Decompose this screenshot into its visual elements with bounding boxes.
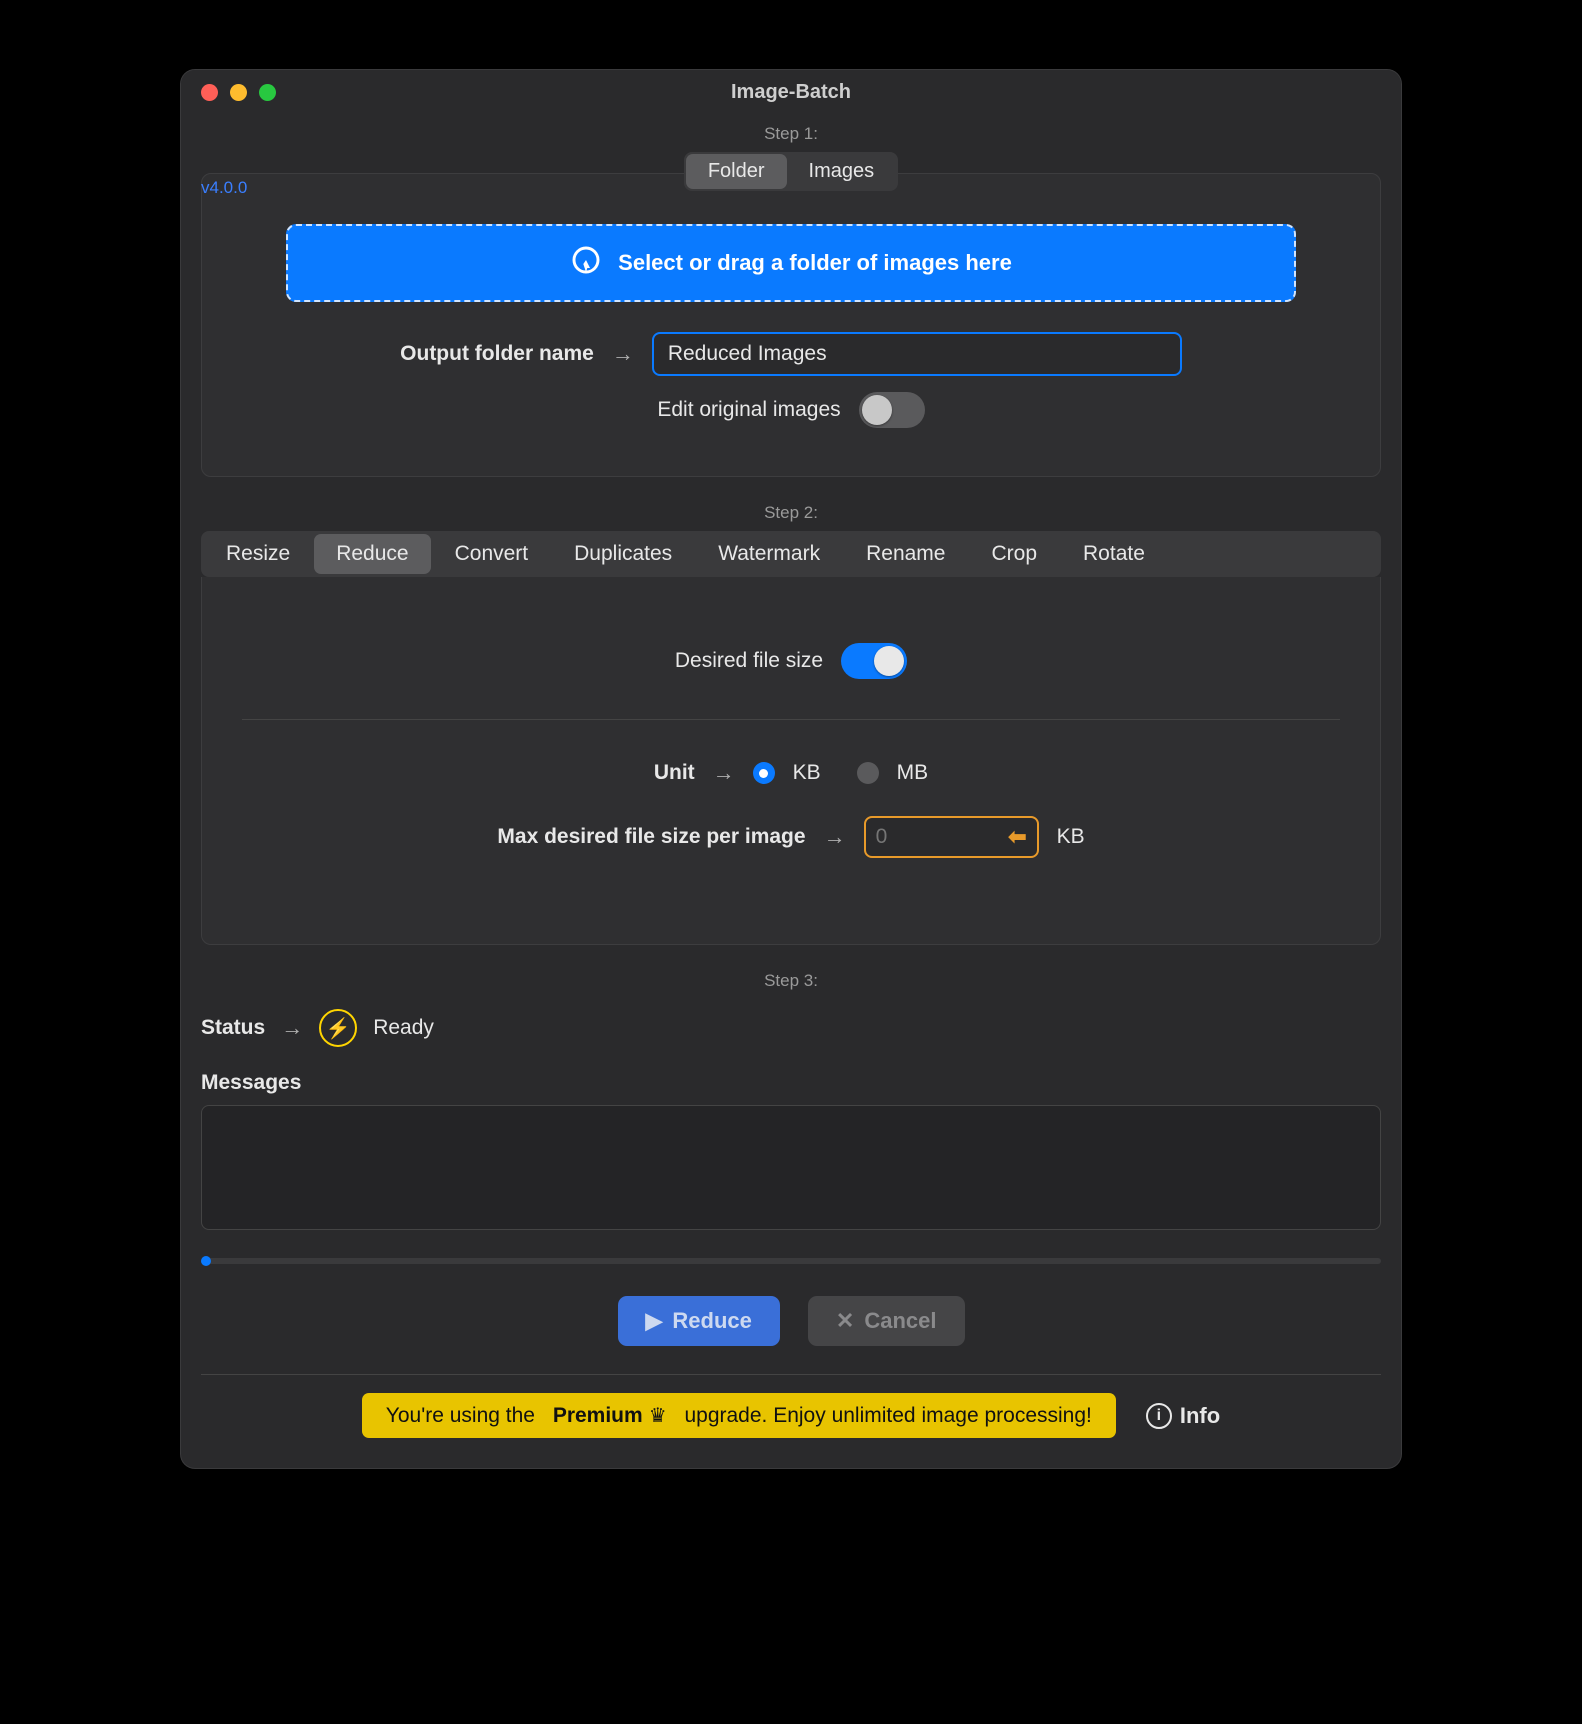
max-filesize-input[interactable] xyxy=(876,825,956,849)
reduce-button-label: Reduce xyxy=(672,1308,751,1334)
tab-reduce[interactable]: Reduce xyxy=(314,534,430,574)
tab-duplicates[interactable]: Duplicates xyxy=(552,534,694,574)
step1-label: Step 1: xyxy=(201,124,1381,144)
folder-dropzone[interactable]: Select or drag a folder of images here xyxy=(286,224,1296,302)
progress-bar xyxy=(201,1258,1381,1264)
output-folder-label: Output folder name xyxy=(400,342,594,366)
dropzone-text: Select or drag a folder of images here xyxy=(618,250,1012,276)
close-icon: ✕ xyxy=(836,1308,854,1334)
minimize-window-button[interactable] xyxy=(230,84,247,101)
desired-filesize-toggle[interactable] xyxy=(841,643,907,679)
max-filesize-unit: KB xyxy=(1057,825,1085,849)
version-label: v4.0.0 xyxy=(201,178,247,198)
traffic-lights xyxy=(181,84,276,101)
fullscreen-window-button[interactable] xyxy=(259,84,276,101)
max-filesize-label: Max desired file size per image xyxy=(497,825,805,849)
unit-label: Unit xyxy=(654,761,695,785)
desired-filesize-label: Desired file size xyxy=(675,649,823,673)
arrow-right-icon: → xyxy=(281,1015,303,1041)
app-window: Image-Batch v4.0.0 Step 1: Folder Images… xyxy=(181,70,1401,1468)
step3-label: Step 3: xyxy=(201,971,1381,991)
banner-premium: Premium xyxy=(553,1404,643,1428)
banner-prefix: You're using the xyxy=(386,1404,535,1428)
operation-tabs: Resize Reduce Convert Duplicates Waterma… xyxy=(201,531,1381,577)
status-value: Ready xyxy=(373,1016,434,1040)
window-title: Image-Batch xyxy=(731,81,851,104)
arrow-right-icon: → xyxy=(612,341,634,367)
status-label: Status xyxy=(201,1016,265,1040)
banner-suffix: upgrade. Enjoy unlimited image processin… xyxy=(684,1404,1091,1428)
info-label: Info xyxy=(1180,1403,1220,1429)
close-window-button[interactable] xyxy=(201,84,218,101)
unit-radio-mb[interactable] xyxy=(857,762,879,784)
reduce-button[interactable]: ▶ Reduce xyxy=(618,1296,780,1346)
arrow-right-icon: → xyxy=(824,824,846,850)
play-icon: ▶ xyxy=(646,1308,663,1334)
output-folder-input[interactable] xyxy=(652,332,1182,376)
arrow-left-icon: ⬅ xyxy=(1008,824,1026,850)
premium-banner: You're using the Premium ♛ upgrade. Enjo… xyxy=(362,1393,1116,1438)
messages-box xyxy=(201,1105,1381,1230)
tab-convert[interactable]: Convert xyxy=(433,534,551,574)
source-mode-folder[interactable]: Folder xyxy=(686,154,787,189)
edit-original-toggle[interactable] xyxy=(859,392,925,428)
tab-resize[interactable]: Resize xyxy=(204,534,312,574)
cursor-target-icon xyxy=(570,244,602,282)
tab-crop[interactable]: Crop xyxy=(969,534,1059,574)
info-button[interactable]: i Info xyxy=(1146,1403,1220,1429)
source-mode-segmented: Folder Images xyxy=(684,152,898,191)
toggle-knob xyxy=(874,646,904,676)
cancel-button[interactable]: ✕ Cancel xyxy=(808,1296,965,1346)
unit-kb-label: KB xyxy=(793,761,821,785)
unit-mb-label: MB xyxy=(897,761,929,785)
info-icon: i xyxy=(1146,1403,1172,1429)
source-mode-images[interactable]: Images xyxy=(787,154,897,189)
lightning-icon: ⚡ xyxy=(319,1009,357,1047)
max-filesize-input-wrap: ⬅ xyxy=(864,816,1039,858)
edit-original-label: Edit original images xyxy=(657,398,840,422)
unit-radio-kb[interactable] xyxy=(753,762,775,784)
arrow-right-icon: → xyxy=(713,760,735,786)
tab-rotate[interactable]: Rotate xyxy=(1061,534,1167,574)
cancel-button-label: Cancel xyxy=(864,1308,936,1334)
titlebar: Image-Batch xyxy=(181,70,1401,114)
crown-icon: ♛ xyxy=(649,1403,667,1428)
tab-watermark[interactable]: Watermark xyxy=(696,534,842,574)
step2-label: Step 2: xyxy=(201,503,1381,523)
messages-label: Messages xyxy=(201,1071,1381,1095)
divider xyxy=(242,719,1340,720)
footer-divider xyxy=(201,1374,1381,1375)
tab-rename[interactable]: Rename xyxy=(844,534,967,574)
toggle-knob xyxy=(862,395,892,425)
